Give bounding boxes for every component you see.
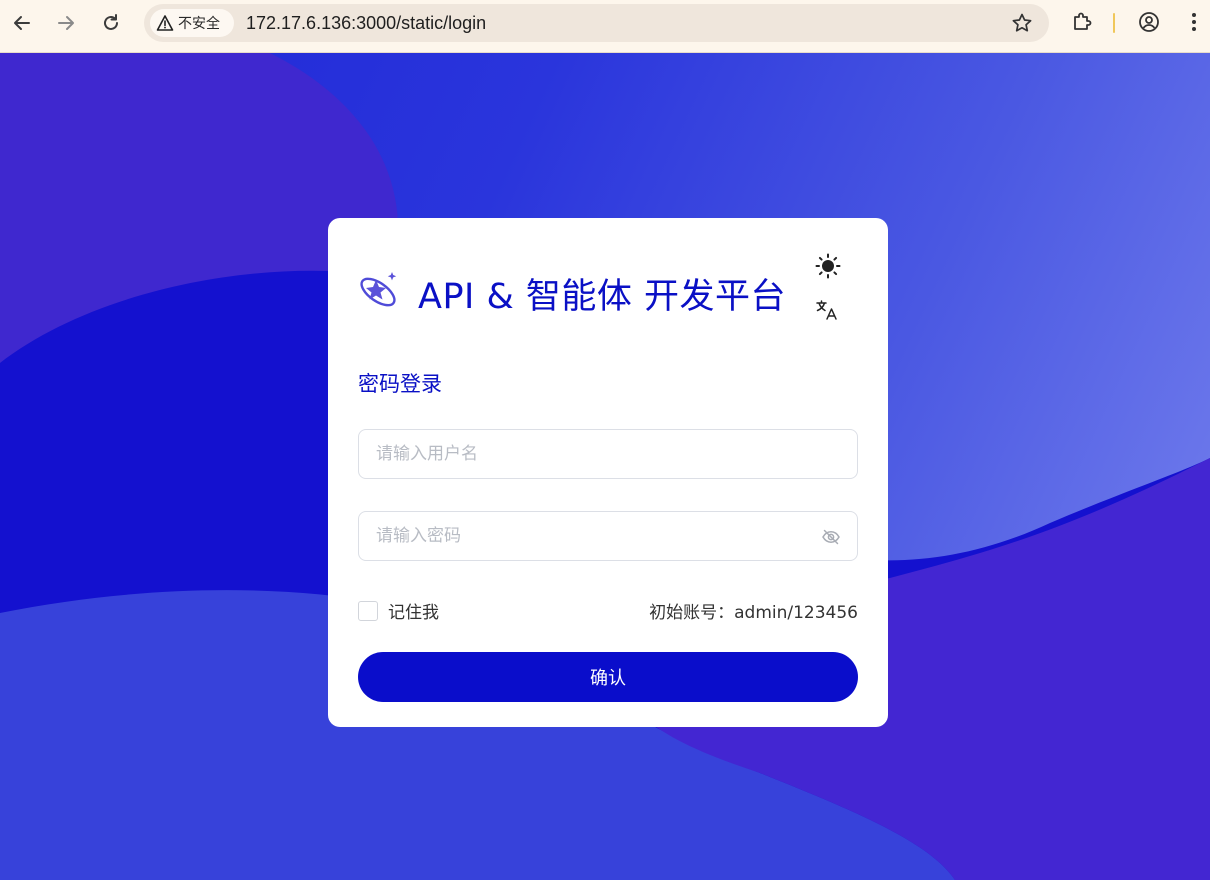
password-login-heading: 密码登录 xyxy=(358,372,442,396)
security-chip[interactable]: 不安全 xyxy=(150,9,234,37)
account-icon xyxy=(1139,12,1159,32)
translate-icon xyxy=(816,300,837,320)
browser-toolbar: 不安全 172.17.6.136:3000/static/login xyxy=(0,0,1210,53)
forward-arrow-icon xyxy=(58,16,74,30)
warning-icon xyxy=(156,15,174,31)
username-field-wrapper xyxy=(358,429,858,479)
password-input[interactable] xyxy=(359,512,857,560)
address-bar[interactable]: 不安全 172.17.6.136:3000/static/login xyxy=(144,4,1049,42)
back-button[interactable] xyxy=(7,8,37,38)
sun-icon xyxy=(815,253,841,279)
login-card: API & 智能体 开发平台 密码登录 请输入用户名 记住我 初始账号：admi… xyxy=(328,218,888,727)
app-title: API & 智能体 开发平台 xyxy=(418,277,787,317)
confirm-button[interactable]: 确认 xyxy=(358,652,858,702)
url-text[interactable]: 172.17.6.136:3000/static/login xyxy=(246,13,486,34)
password-visibility-toggle[interactable] xyxy=(821,527,841,551)
back-arrow-icon xyxy=(14,16,30,30)
remember-me-checkbox[interactable] xyxy=(358,600,378,621)
reload-icon xyxy=(104,14,118,30)
browser-menu-button[interactable] xyxy=(1182,10,1206,38)
eye-off-icon xyxy=(822,529,840,545)
forward-button[interactable] xyxy=(51,8,81,38)
security-label: 不安全 xyxy=(178,16,220,32)
theme-toggle-button[interactable] xyxy=(815,253,841,279)
planet-star-logo-icon xyxy=(358,268,402,312)
star-icon xyxy=(1012,13,1032,32)
profile-button[interactable] xyxy=(1137,10,1161,38)
language-toggle-button[interactable] xyxy=(815,298,839,322)
more-vertical-icon xyxy=(1192,13,1196,31)
extensions-button[interactable] xyxy=(1070,10,1094,38)
password-field-wrapper xyxy=(358,511,858,561)
bookmark-star-button[interactable] xyxy=(1011,12,1033,38)
username-input[interactable] xyxy=(359,430,857,478)
remember-me[interactable]: 记住我 xyxy=(358,598,439,623)
toolbar-separator xyxy=(1113,13,1115,33)
remember-me-label: 记住我 xyxy=(388,603,439,623)
initial-account-hint: 初始账号：admin/123456 xyxy=(649,603,858,623)
reload-button[interactable] xyxy=(96,8,126,38)
puzzle-icon xyxy=(1074,12,1092,30)
